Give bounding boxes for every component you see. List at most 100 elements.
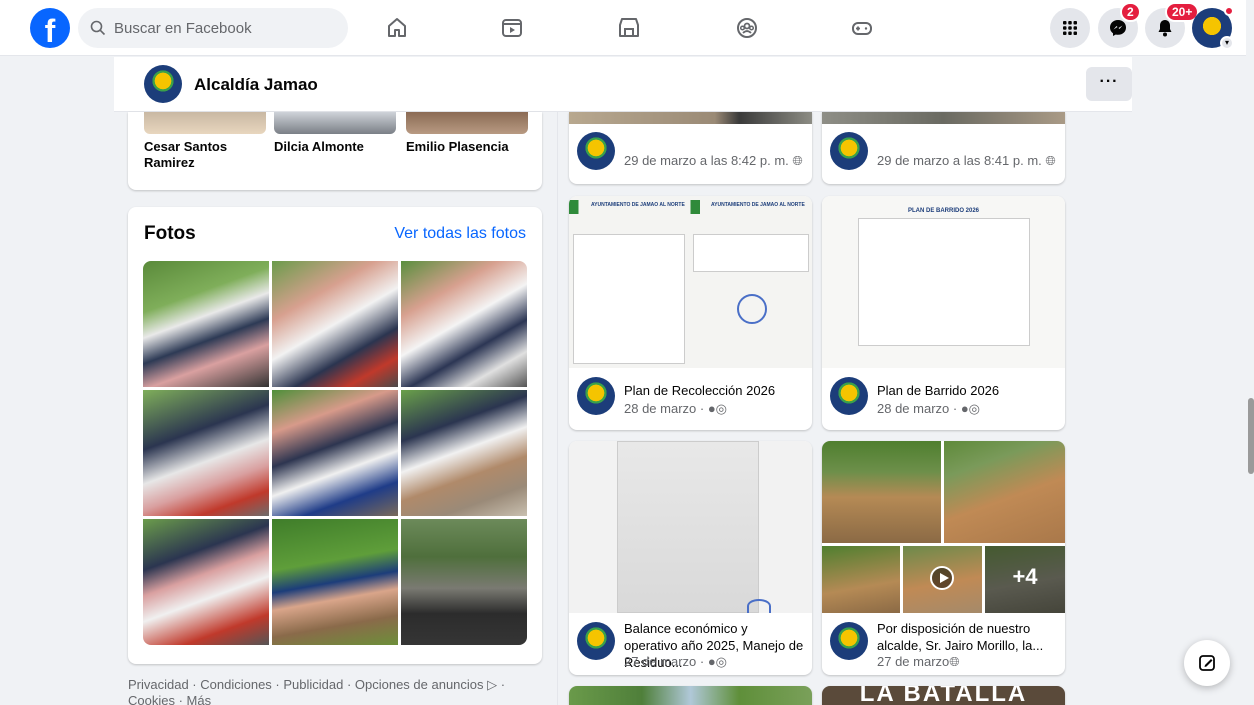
- seal-icon: [747, 599, 771, 613]
- photo-thumbnail[interactable]: [143, 519, 269, 645]
- post-date[interactable]: 27 de marzo🌐︎: [877, 653, 960, 670]
- chevron-down-icon: ▾: [1220, 36, 1234, 50]
- post-date[interactable]: 28 de marzo · ●◎: [624, 400, 727, 417]
- post-avatar[interactable]: [577, 377, 615, 415]
- post-card[interactable]: 29 de marzo a las 8:42 p. m. 🌐︎: [569, 112, 812, 184]
- globe-icon: 🌐︎: [792, 153, 803, 168]
- gaming-icon[interactable]: [846, 12, 878, 44]
- post-title[interactable]: Plan de Recolección 2026: [624, 382, 804, 399]
- messenger-badge: 2: [1120, 2, 1141, 22]
- page-avatar[interactable]: [144, 65, 182, 103]
- photo-thumbnail[interactable]: [272, 519, 398, 645]
- new-message-button[interactable]: [1184, 640, 1230, 686]
- status-dot: [1224, 6, 1234, 16]
- document-scan: [617, 441, 759, 613]
- column-divider: [557, 112, 558, 705]
- globe-icon: 🌐︎: [1045, 153, 1056, 168]
- document-header: PLAN DE BARRIDO 2026: [907, 208, 979, 214]
- compose-icon: [1199, 655, 1215, 671]
- banner-text: LA BATALLA: [859, 686, 1028, 705]
- friend-name[interactable]: Cesar Santos Ramirez: [144, 139, 266, 171]
- scrollbar-thumb[interactable]: [1248, 398, 1254, 474]
- play-triangle: [940, 573, 949, 583]
- audience-icon: ●◎: [707, 401, 728, 416]
- post-title[interactable]: Plan de Barrido 2026: [877, 382, 1057, 399]
- friends-card: Cesar Santos Ramirez Dilcia Almonte Emil…: [128, 112, 542, 190]
- photo-thumbnail[interactable]: [822, 546, 900, 613]
- post-avatar[interactable]: [830, 622, 868, 660]
- friend-name[interactable]: Emilio Plasencia: [406, 139, 528, 155]
- friend-photo[interactable]: [144, 112, 266, 134]
- post-image[interactable]: +4: [822, 441, 1065, 613]
- post-title[interactable]: Por disposición de nuestro alcalde, Sr. …: [877, 620, 1057, 654]
- menu-grid-button[interactable]: [1050, 8, 1090, 48]
- post-date[interactable]: 28 de marzo · ●◎: [877, 400, 980, 417]
- post-card[interactable]: AYUNTAMIENTO DE JAMAO AL NORTE AYUNTAMIE…: [569, 196, 812, 430]
- globe-icon: 🌐︎: [949, 654, 960, 669]
- photo-thumbnail[interactable]: [401, 390, 527, 516]
- photos-title: Fotos: [144, 223, 196, 244]
- post-image[interactable]: [569, 441, 812, 613]
- page-name[interactable]: Alcaldía Jamao: [194, 75, 318, 95]
- post-card[interactable]: LA BATALLA: [822, 686, 1065, 705]
- audience-icon: ●◎: [707, 654, 728, 669]
- photos-card: Fotos Ver todas las fotos: [128, 207, 542, 664]
- home-icon[interactable]: [381, 12, 413, 44]
- video-icon[interactable]: [496, 12, 528, 44]
- scrollbar-track[interactable]: [1246, 0, 1254, 705]
- post-image[interactable]: AYUNTAMIENTO DE JAMAO AL NORTE AYUNTAMIE…: [569, 196, 812, 368]
- post-avatar[interactable]: [577, 132, 615, 170]
- document-table: [858, 218, 1030, 346]
- top-navigation-bar: f 2 20+ ▾: [0, 0, 1254, 56]
- more-photos-count[interactable]: +4: [985, 564, 1065, 590]
- document-header: AYUNTAMIENTO DE JAMAO AL NORTE: [711, 202, 805, 208]
- friend-name[interactable]: Dilcia Almonte: [274, 139, 396, 155]
- photo-thumbnail[interactable]: [401, 519, 527, 645]
- facebook-logo[interactable]: f: [30, 8, 70, 48]
- post-card[interactable]: [569, 686, 812, 705]
- notifications-button[interactable]: 20+: [1145, 2, 1200, 48]
- play-icon[interactable]: [930, 566, 954, 590]
- seal-icon: [737, 294, 767, 324]
- post-date[interactable]: 29 de marzo a las 8:41 p. m. 🌐︎: [877, 152, 1056, 169]
- post-card[interactable]: Balance económico y operativo año 2025, …: [569, 441, 812, 675]
- see-all-photos-link[interactable]: Ver todas las fotos: [394, 225, 526, 243]
- post-avatar[interactable]: [830, 377, 868, 415]
- messenger-button[interactable]: 2: [1098, 2, 1141, 48]
- photo-thumbnail[interactable]: [272, 390, 398, 516]
- search-box[interactable]: [78, 8, 348, 48]
- photo-thumbnail[interactable]: [822, 441, 941, 543]
- post-image[interactable]: [569, 686, 812, 705]
- photo-thumbnail[interactable]: [143, 261, 269, 387]
- post-avatar[interactable]: [830, 132, 868, 170]
- post-card[interactable]: PLAN DE BARRIDO 2026 Plan de Barrido 202…: [822, 196, 1065, 430]
- post-avatar[interactable]: [577, 622, 615, 660]
- document-header: AYUNTAMIENTO DE JAMAO AL NORTE: [591, 202, 685, 208]
- account-avatar[interactable]: ▾: [1192, 6, 1234, 50]
- marketplace-icon[interactable]: [613, 12, 645, 44]
- page-header-bar: Alcaldía Jamao ···: [114, 57, 1132, 112]
- photo-thumbnail[interactable]: [401, 261, 527, 387]
- photo-thumbnail[interactable]: [944, 441, 1065, 543]
- post-date[interactable]: 29 de marzo a las 8:42 p. m. 🌐︎: [624, 152, 803, 169]
- post-image[interactable]: [569, 112, 812, 124]
- footer-links[interactable]: Privacidad · Condiciones · Publicidad · …: [128, 677, 542, 705]
- post-image[interactable]: PLAN DE BARRIDO 2026: [822, 196, 1065, 368]
- search-input[interactable]: [114, 19, 334, 37]
- audience-icon: ●◎: [960, 401, 981, 416]
- photo-thumbnail[interactable]: [272, 261, 398, 387]
- friend-photo[interactable]: [274, 112, 396, 134]
- photo-thumbnail[interactable]: [143, 390, 269, 516]
- video-thumbnail[interactable]: [903, 546, 982, 613]
- post-card[interactable]: 29 de marzo a las 8:41 p. m. 🌐︎: [822, 112, 1065, 184]
- document-table: [693, 234, 809, 272]
- search-icon: [90, 20, 106, 36]
- post-card[interactable]: +4 Por disposición de nuestro alcalde, S…: [822, 441, 1065, 675]
- groups-icon[interactable]: [731, 12, 763, 44]
- more-options-button[interactable]: ···: [1086, 67, 1132, 101]
- post-date[interactable]: 27 de marzo · ●◎: [624, 653, 727, 670]
- document-table: [573, 234, 685, 364]
- friend-photo[interactable]: [406, 112, 528, 134]
- post-image[interactable]: [822, 112, 1065, 124]
- photo-thumbnail[interactable]: +4: [985, 546, 1065, 613]
